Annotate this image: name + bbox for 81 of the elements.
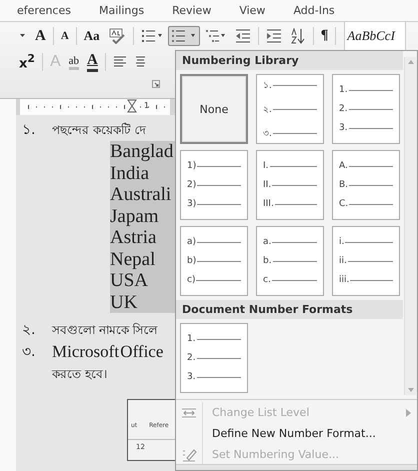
show-marks-button[interactable]: ¶: [318, 26, 332, 46]
ribbon-tab[interactable]: Mailings: [98, 4, 144, 17]
list-marker: 1.: [339, 85, 348, 95]
number-format-option[interactable]: i. ii. iii.: [332, 226, 400, 296]
list-marker: ii.: [339, 256, 347, 266]
list-marker: 3): [187, 199, 196, 209]
font-color-button[interactable]: A: [84, 52, 101, 72]
caret-icon[interactable]: [19, 33, 27, 39]
align-left-icon[interactable]: [112, 55, 127, 69]
list-marker: ৩.: [263, 128, 272, 140]
list-marker: 2.: [187, 353, 196, 363]
list-marker: c): [187, 275, 196, 285]
highlighted-text: UK: [110, 292, 175, 313]
style-preview[interactable]: AaBbCcI: [344, 21, 406, 51]
superscript-button[interactable]: x$^{2}$: [16, 52, 38, 72]
list-marker: 2): [187, 180, 196, 190]
change-case-button[interactable]: Aa: [80, 26, 103, 46]
check-mark-icon[interactable]: [108, 28, 126, 44]
list-number: ১.: [22, 121, 36, 140]
list-marker: iii.: [339, 275, 350, 285]
pen-icon: [181, 446, 197, 462]
ruler-number: 1: [144, 101, 150, 110]
list-marker: 1): [187, 161, 196, 171]
list-marker: ২.: [263, 104, 272, 116]
menu-item[interactable]: Define New Number Format...: [176, 423, 417, 444]
list-marker: III.: [263, 199, 274, 209]
list-text: Microsoft Office: [52, 341, 164, 363]
indent-marker-icon: [127, 99, 137, 115]
number-format-option[interactable]: I. II. III.: [256, 150, 324, 220]
ribbon-tab[interactable]: Review: [172, 4, 212, 17]
list-marker: 3.: [339, 123, 348, 133]
list-marker: II.: [263, 180, 272, 190]
multilevel-list-icon[interactable]: [204, 28, 227, 44]
number-format-option[interactable]: 1) 2) 3): [180, 150, 248, 220]
list-marker: b): [187, 256, 196, 266]
number-format-option[interactable]: a. b. c.: [256, 226, 324, 296]
list-text: সবগুলো নামকে সিলে: [52, 322, 158, 339]
dialog-launcher-icon: [152, 80, 160, 88]
number-format-option[interactable]: A. B. C.: [332, 150, 400, 220]
list-number: ২.: [22, 321, 36, 340]
list-marker: I.: [263, 161, 269, 171]
none-option[interactable]: None: [180, 74, 248, 144]
list-text: পছন্দের কয়েকটি দে: [52, 122, 147, 139]
list-marker: c.: [263, 275, 271, 285]
highlighted-text: USA: [110, 270, 175, 292]
increase-indent-icon[interactable]: [266, 28, 282, 44]
highlighted-text: Japam: [110, 206, 175, 227]
grow-font-button[interactable]: A: [32, 26, 49, 46]
section-header: Document Number Formats: [176, 300, 403, 319]
ribbon-tab[interactable]: View: [239, 4, 266, 17]
list-marker: ১.: [263, 80, 272, 92]
highlighted-text: India: [110, 162, 175, 184]
highlight-button[interactable]: ab: [66, 52, 82, 72]
ribbon-tab[interactable]: Add-Ins: [293, 4, 335, 17]
number-format-option[interactable]: 1. 2. 3.: [180, 323, 248, 393]
align-center-icon[interactable]: [134, 55, 145, 69]
bullet-list-icon[interactable]: [140, 28, 163, 44]
shrink-font-button[interactable]: A: [58, 26, 72, 46]
number-format-option[interactable]: 1. 2. 3.: [332, 74, 400, 144]
list-number: ৩.: [22, 343, 36, 362]
list-text: করতে হবে।: [52, 366, 108, 383]
highlighted-text: Astria: [110, 227, 175, 248]
list-marker: 3.: [187, 372, 196, 382]
list-marker: a): [187, 237, 196, 247]
sort-icon[interactable]: [290, 28, 306, 44]
list-marker: b.: [263, 256, 272, 266]
highlighted-text: Australi: [110, 184, 175, 206]
highlighted-text: Nepal: [110, 248, 175, 270]
ribbon-tab[interactable]: eferences: [17, 4, 71, 17]
highlighted-text: Banglad: [110, 141, 175, 162]
list-marker: 1.: [187, 334, 196, 344]
list-marker: C.: [339, 199, 348, 209]
list-marker: A.: [339, 161, 348, 171]
number-format-option[interactable]: ১. ২. ৩.: [256, 74, 324, 144]
list-marker: a.: [263, 237, 272, 247]
list-marker: B.: [339, 180, 348, 190]
number-format-option[interactable]: a) b) c): [180, 226, 248, 296]
list-marker: 2.: [339, 104, 348, 114]
section-header: Numbering Library: [176, 51, 403, 70]
list-marker: i.: [339, 237, 344, 247]
decrease-indent-icon[interactable]: [234, 28, 251, 44]
